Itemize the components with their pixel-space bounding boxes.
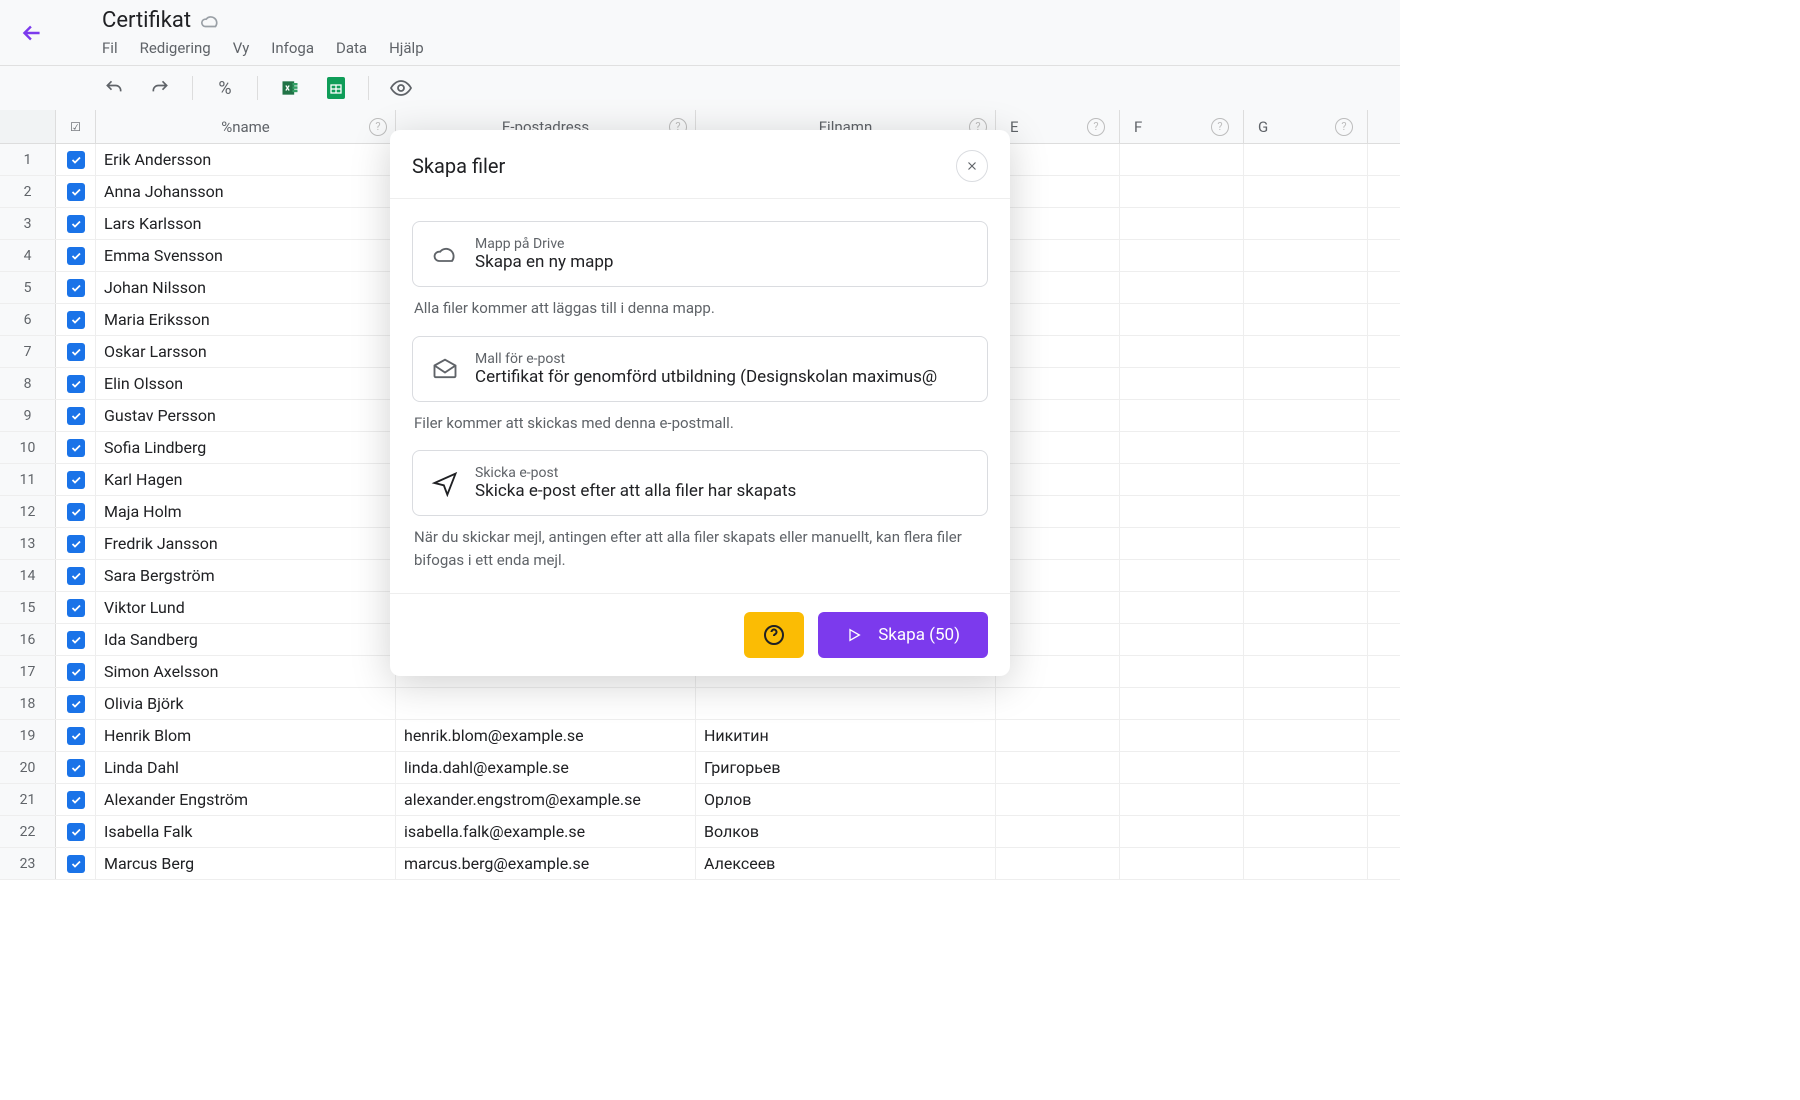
close-button[interactable]	[956, 150, 988, 182]
option-desc: När du skickar mejl, antingen efter att …	[414, 526, 986, 571]
option-value: Skapa en ny mapp	[475, 252, 969, 272]
option-label: Skicka e-post	[475, 465, 969, 481]
create-button[interactable]: Skapa (50)	[818, 612, 988, 658]
help-button[interactable]	[744, 612, 804, 658]
envelope-icon	[431, 355, 457, 383]
option-label: Mapp på Drive	[475, 236, 969, 252]
send-icon	[431, 469, 457, 497]
option-label: Mall för e-post	[475, 351, 969, 367]
cloud-icon	[431, 240, 457, 268]
send-email-option[interactable]: Skicka e-post Skicka e-post efter att al…	[412, 450, 988, 516]
option-value: Certifikat för genomförd utbildning (Des…	[475, 367, 969, 387]
checkbox-checked-icon[interactable]	[67, 855, 85, 873]
play-icon	[846, 627, 862, 643]
email-template-option[interactable]: Mall för e-post Certifikat för genomförd…	[412, 336, 988, 402]
option-value: Skicka e-post efter att alla filer har s…	[475, 481, 969, 501]
option-desc: Filer kommer att skickas med denna e-pos…	[414, 412, 986, 435]
modal-backdrop: Skapa filer Mapp på Drive Skapa en ny ma…	[0, 0, 1400, 855]
option-desc: Alla filer kommer att läggas till i denn…	[414, 297, 986, 320]
drive-folder-option[interactable]: Mapp på Drive Skapa en ny mapp	[412, 221, 988, 287]
modal-title: Skapa filer	[412, 154, 505, 178]
create-files-modal: Skapa filer Mapp på Drive Skapa en ny ma…	[390, 130, 1010, 676]
